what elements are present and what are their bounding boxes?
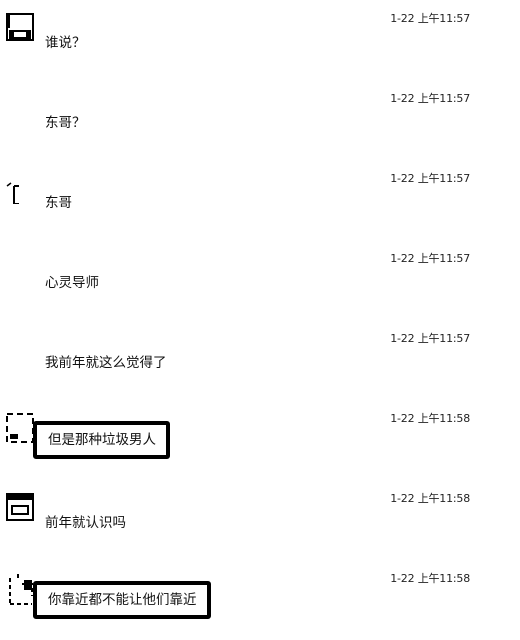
message-timestamp: 1-22 上午11:57: [390, 92, 470, 105]
chat-message: 1-22 上午11:58 前年就认识吗: [0, 480, 520, 560]
message-text: 心灵导师: [45, 275, 99, 291]
message-timestamp: 1-22 上午11:57: [390, 172, 470, 185]
message-timestamp: 1-22 上午11:58: [390, 572, 470, 585]
chat-message: 1-22 上午11:57 谁说？: [0, 0, 520, 80]
message-timestamp: 1-22 上午11:57: [390, 252, 470, 265]
chat-message: 1-22 上午11:58 你靠近都不能让他们靠近: [0, 560, 520, 640]
message-timestamp: 1-22 上午11:57: [390, 12, 470, 25]
message-text: 东哥？: [45, 115, 86, 131]
avatar-icon[interactable]: [4, 570, 36, 605]
message-text: 东哥: [45, 195, 72, 211]
chat-message: 1-22 上午11:58 但是那种垃圾男人: [0, 400, 520, 480]
message-timestamp: 1-22 上午11:58: [390, 492, 470, 505]
chat-log: 1-22 上午11:57 谁说？ 1-22 上午11:57 东哥？ 1-22 上…: [0, 0, 520, 619]
avatar-icon[interactable]: [4, 410, 36, 444]
message-text: 我前年就这么觉得了: [45, 355, 167, 371]
message-timestamp: 1-22 上午11:57: [390, 332, 470, 345]
message-text: 前年就认识吗: [45, 515, 126, 531]
message-timestamp: 1-22 上午11:58: [390, 412, 470, 425]
avatar-icon[interactable]: [4, 490, 36, 524]
message-text: 谁说？: [45, 35, 86, 51]
chat-message: 1-22 上午11:57 心灵导师: [0, 240, 520, 320]
highlighted-message-text: 但是那种垃圾男人: [33, 421, 170, 459]
highlighted-message-text: 你靠近都不能让他们靠近: [33, 581, 211, 619]
chat-message: 1-22 上午11:57 东哥？: [0, 80, 520, 160]
chat-message: 1-22 上午11:57 我前年就这么觉得了: [0, 320, 520, 400]
avatar-icon[interactable]: [4, 170, 36, 204]
avatar-icon[interactable]: [4, 10, 36, 44]
chat-message: 1-22 上午11:57 东哥: [0, 160, 520, 240]
